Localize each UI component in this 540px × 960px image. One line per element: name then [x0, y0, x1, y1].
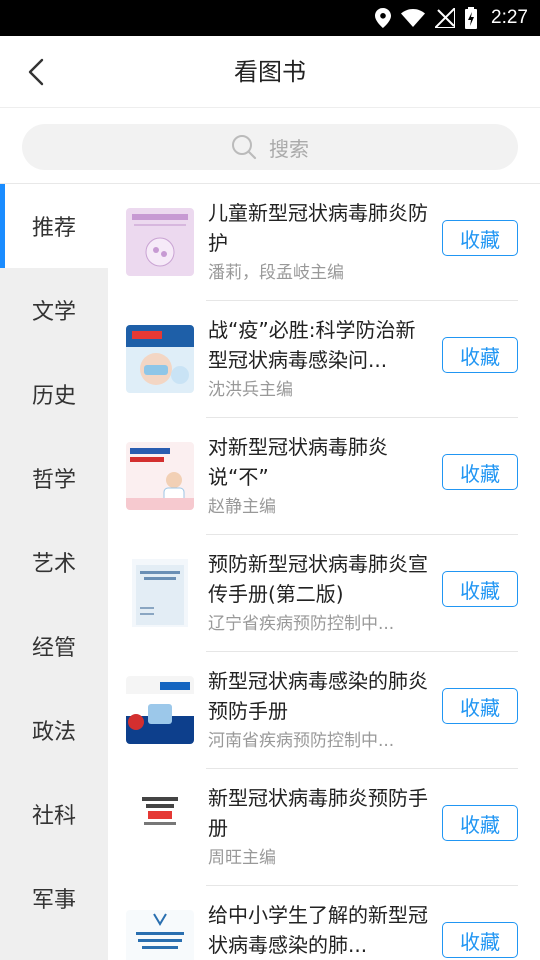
sidebar-item-literature[interactable]: 文学	[0, 268, 108, 352]
book-title: 战“疫”必胜:科学防治新型冠状病毒感染问...	[208, 318, 416, 372]
favorite-button[interactable]: 收藏	[442, 571, 518, 607]
list-item[interactable]: 战“疫”必胜:科学防治新型冠状病毒感染问... 沈洪兵主编 收藏	[108, 301, 540, 418]
favorite-button[interactable]: 收藏	[442, 805, 518, 841]
favorite-button[interactable]: 收藏	[442, 688, 518, 724]
sidebar-item-art[interactable]: 艺术	[0, 520, 108, 604]
list-item[interactable]: 给中小学生了解的新型冠状病毒感染的肺... 收藏	[108, 886, 540, 960]
book-title: 新型冠状病毒肺炎预防手册	[208, 786, 428, 840]
search-placeholder: 搜索	[269, 136, 309, 161]
list-item[interactable]: 预防新型冠状病毒肺炎宣传手册(第二版) 辽宁省疾病预防控制中... 收藏	[108, 535, 540, 652]
book-author: 周旺主编	[208, 848, 276, 868]
book-title: 对新型冠状病毒肺炎说“不”	[208, 435, 388, 489]
sidebar-item-history[interactable]: 历史	[0, 352, 108, 436]
sidebar-item-recommend[interactable]: 推荐	[0, 184, 108, 268]
book-title: 给中小学生了解的新型冠状病毒感染的肺...	[208, 903, 428, 957]
book-author: 潘莉，段孟岐主编	[208, 263, 344, 283]
list-item[interactable]: 新型冠状病毒感染的肺炎预防手册 河南省疾病预防控制中... 收藏	[108, 652, 540, 769]
favorite-button[interactable]: 收藏	[442, 220, 518, 256]
book-cover	[126, 325, 194, 393]
search-icon	[232, 135, 257, 160]
book-cover	[126, 442, 194, 510]
status-bar: 2:27	[0, 0, 540, 36]
book-cover	[126, 208, 194, 276]
book-cover	[126, 910, 194, 960]
page-title: 看图书	[234, 58, 306, 86]
favorite-button[interactable]: 收藏	[442, 454, 518, 490]
favorite-button[interactable]: 收藏	[442, 337, 518, 373]
wifi-icon	[401, 9, 426, 27]
category-sidebar: 推荐 文学 历史 哲学 艺术 经管 政法 社科 军事	[0, 184, 108, 960]
search-section: 搜索	[0, 108, 540, 184]
book-title: 新型冠状病毒感染的肺炎预防手册	[208, 669, 428, 723]
status-time: 2:27	[491, 7, 528, 28]
battery-charging-icon	[465, 7, 478, 29]
sidebar-item-label: 艺术	[31, 552, 76, 577]
book-cover	[126, 676, 194, 744]
list-item[interactable]: 新型冠状病毒肺炎预防手册 周旺主编 收藏	[108, 769, 540, 886]
sidebar-item-economics[interactable]: 经管	[0, 604, 108, 688]
title-bar: 看图书	[0, 36, 540, 108]
sidebar-item-label: 推荐	[31, 216, 76, 241]
book-author: 辽宁省疾病预防控制中...	[208, 614, 395, 634]
list-item[interactable]: 对新型冠状病毒肺炎说“不” 赵静主编 收藏	[108, 418, 540, 535]
no-signal-icon	[435, 8, 456, 28]
favorite-button[interactable]: 收藏	[442, 922, 518, 958]
book-author: 沈洪兵主编	[208, 380, 293, 400]
book-author: 赵静主编	[208, 497, 276, 517]
search-input[interactable]: 搜索	[22, 124, 518, 170]
sidebar-item-label: 历史	[31, 384, 76, 409]
sidebar-item-philosophy[interactable]: 哲学	[0, 436, 108, 520]
list-item[interactable]: 儿童新型冠状病毒肺炎防护 潘莉，段孟岐主编 收藏	[108, 184, 540, 301]
status-icons: 2:27	[375, 0, 528, 36]
book-title: 预防新型冠状病毒肺炎宣传手册(第二版)	[208, 552, 428, 606]
book-author: 河南省疾病预防控制中...	[208, 731, 395, 751]
sidebar-item-label: 政法	[31, 720, 76, 745]
sidebar-item-law[interactable]: 政法	[0, 688, 108, 772]
sidebar-item-label: 哲学	[31, 468, 76, 493]
sidebar-item-label: 经管	[31, 636, 76, 661]
sidebar-item-label: 军事	[31, 888, 76, 913]
book-title: 儿童新型冠状病毒肺炎防护	[208, 201, 428, 255]
sidebar-item-label: 文学	[31, 300, 76, 325]
book-cover	[126, 793, 194, 861]
sidebar-item-military[interactable]: 军事	[0, 856, 108, 940]
location-icon	[375, 8, 392, 28]
sidebar-item-label: 社科	[31, 804, 76, 829]
book-cover	[126, 559, 194, 627]
book-list: 儿童新型冠状病毒肺炎防护 潘莉，段孟岐主编 收藏 战“疫”必胜:科学防治新型冠状…	[108, 184, 540, 960]
sidebar-item-social-science[interactable]: 社科	[0, 772, 108, 856]
